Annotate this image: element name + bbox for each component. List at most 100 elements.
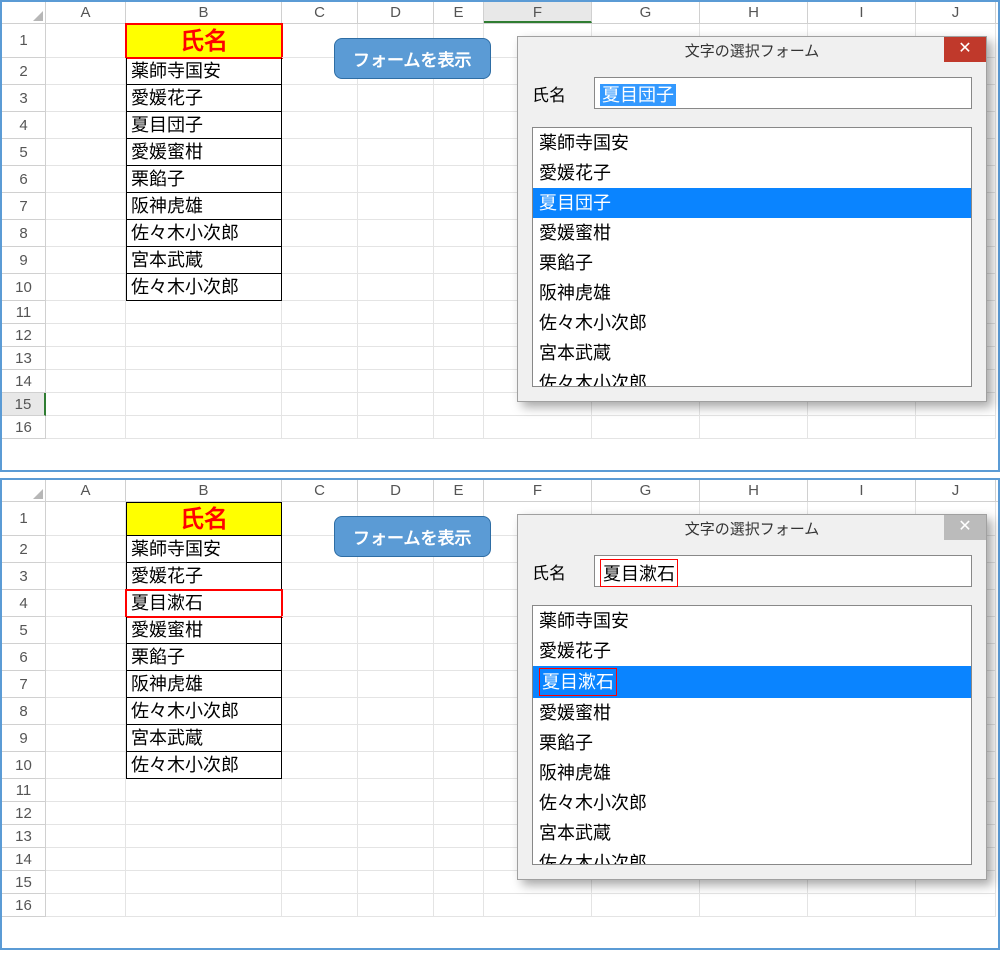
list-item-2[interactable]: 夏目団子 xyxy=(533,188,971,218)
cell-C15[interactable] xyxy=(282,871,358,894)
col-header-J[interactable]: J xyxy=(916,2,996,23)
name-listbox[interactable]: 薬師寺国安愛媛花子夏目漱石愛媛蜜柑栗餡子阪神虎雄佐々木小次郎宮本武蔵佐々木小次郎 xyxy=(532,605,972,865)
col-header-D[interactable]: D xyxy=(358,480,434,501)
list-item-3[interactable]: 愛媛蜜柑 xyxy=(533,218,971,248)
cell-B2[interactable]: 薬師寺国安 xyxy=(126,536,282,563)
cell-A7[interactable] xyxy=(46,193,126,220)
col-header-A[interactable]: A xyxy=(46,2,126,23)
cell-D5[interactable] xyxy=(358,617,434,644)
cell-A8[interactable] xyxy=(46,220,126,247)
col-header-H[interactable]: H xyxy=(700,2,808,23)
select-all-corner[interactable] xyxy=(2,2,46,23)
cell-B2[interactable]: 薬師寺国安 xyxy=(126,58,282,85)
row-header-4[interactable]: 4 xyxy=(2,590,46,617)
list-item-7[interactable]: 宮本武蔵 xyxy=(533,338,971,368)
cell-A15[interactable] xyxy=(46,871,126,894)
cell-C14[interactable] xyxy=(282,848,358,871)
name-listbox[interactable]: 薬師寺国安愛媛花子夏目団子愛媛蜜柑栗餡子阪神虎雄佐々木小次郎宮本武蔵佐々木小次郎 xyxy=(532,127,972,387)
col-header-G[interactable]: G xyxy=(592,480,700,501)
row-header-2[interactable]: 2 xyxy=(2,536,46,563)
cell-D10[interactable] xyxy=(358,752,434,779)
row-header-14[interactable]: 14 xyxy=(2,848,46,871)
cell-E12[interactable] xyxy=(434,802,484,825)
list-item-4[interactable]: 栗餡子 xyxy=(533,728,971,758)
list-item-6[interactable]: 佐々木小次郎 xyxy=(533,788,971,818)
cell-A13[interactable] xyxy=(46,347,126,370)
cell-D4[interactable] xyxy=(358,590,434,617)
cell-C10[interactable] xyxy=(282,274,358,301)
col-header-G[interactable]: G xyxy=(592,2,700,23)
cell-E14[interactable] xyxy=(434,848,484,871)
cell-A14[interactable] xyxy=(46,370,126,393)
cell-I16[interactable] xyxy=(808,894,916,917)
cell-A11[interactable] xyxy=(46,301,126,324)
cell-C6[interactable] xyxy=(282,166,358,193)
cell-C12[interactable] xyxy=(282,802,358,825)
col-header-H[interactable]: H xyxy=(700,480,808,501)
cell-E14[interactable] xyxy=(434,370,484,393)
cell-D11[interactable] xyxy=(358,301,434,324)
cell-B16[interactable] xyxy=(126,894,282,917)
cell-F16[interactable] xyxy=(484,416,592,439)
cell-D12[interactable] xyxy=(358,324,434,347)
cell-D7[interactable] xyxy=(358,671,434,698)
cell-B12[interactable] xyxy=(126,802,282,825)
cell-A12[interactable] xyxy=(46,324,126,347)
list-item-1[interactable]: 愛媛花子 xyxy=(533,636,971,666)
cell-A11[interactable] xyxy=(46,779,126,802)
cell-A1[interactable] xyxy=(46,24,126,58)
cell-B7[interactable]: 阪神虎雄 xyxy=(126,193,282,220)
row-header-11[interactable]: 11 xyxy=(2,301,46,324)
cell-C4[interactable] xyxy=(282,112,358,139)
row-header-12[interactable]: 12 xyxy=(2,324,46,347)
cell-D11[interactable] xyxy=(358,779,434,802)
cell-D8[interactable] xyxy=(358,220,434,247)
cell-A14[interactable] xyxy=(46,848,126,871)
close-button[interactable]: ✕ xyxy=(944,515,986,540)
cell-B4[interactable]: 夏目漱石 xyxy=(126,590,282,617)
cell-E4[interactable] xyxy=(434,112,484,139)
show-form-button[interactable]: フォームを表示 xyxy=(334,516,491,557)
cell-B7[interactable]: 阪神虎雄 xyxy=(126,671,282,698)
cell-A2[interactable] xyxy=(46,536,126,563)
cell-E11[interactable] xyxy=(434,779,484,802)
col-header-D[interactable]: D xyxy=(358,2,434,23)
cell-E7[interactable] xyxy=(434,671,484,698)
cell-H16[interactable] xyxy=(700,416,808,439)
cell-D5[interactable] xyxy=(358,139,434,166)
cell-E13[interactable] xyxy=(434,825,484,848)
cell-E8[interactable] xyxy=(434,698,484,725)
cell-A16[interactable] xyxy=(46,416,126,439)
cell-C8[interactable] xyxy=(282,220,358,247)
cell-D16[interactable] xyxy=(358,894,434,917)
cell-A7[interactable] xyxy=(46,671,126,698)
cell-C15[interactable] xyxy=(282,393,358,416)
row-header-15[interactable]: 15 xyxy=(2,393,46,416)
cell-D4[interactable] xyxy=(358,112,434,139)
cell-B1[interactable]: 氏名 xyxy=(126,24,282,58)
row-header-9[interactable]: 9 xyxy=(2,725,46,752)
cell-C9[interactable] xyxy=(282,725,358,752)
cell-C8[interactable] xyxy=(282,698,358,725)
cell-B12[interactable] xyxy=(126,324,282,347)
cell-D3[interactable] xyxy=(358,85,434,112)
cell-E3[interactable] xyxy=(434,563,484,590)
cell-E8[interactable] xyxy=(434,220,484,247)
row-header-6[interactable]: 6 xyxy=(2,166,46,193)
row-header-1[interactable]: 1 xyxy=(2,502,46,536)
cell-B11[interactable] xyxy=(126,301,282,324)
cell-A2[interactable] xyxy=(46,58,126,85)
row-header-9[interactable]: 9 xyxy=(2,247,46,274)
cell-E7[interactable] xyxy=(434,193,484,220)
row-header-5[interactable]: 5 xyxy=(2,617,46,644)
row-header-12[interactable]: 12 xyxy=(2,802,46,825)
cell-C13[interactable] xyxy=(282,825,358,848)
cell-C16[interactable] xyxy=(282,894,358,917)
row-header-3[interactable]: 3 xyxy=(2,85,46,112)
cell-G16[interactable] xyxy=(592,894,700,917)
cell-D15[interactable] xyxy=(358,871,434,894)
cell-E4[interactable] xyxy=(434,590,484,617)
cell-E10[interactable] xyxy=(434,752,484,779)
list-item-0[interactable]: 薬師寺国安 xyxy=(533,606,971,636)
cell-A1[interactable] xyxy=(46,502,126,536)
